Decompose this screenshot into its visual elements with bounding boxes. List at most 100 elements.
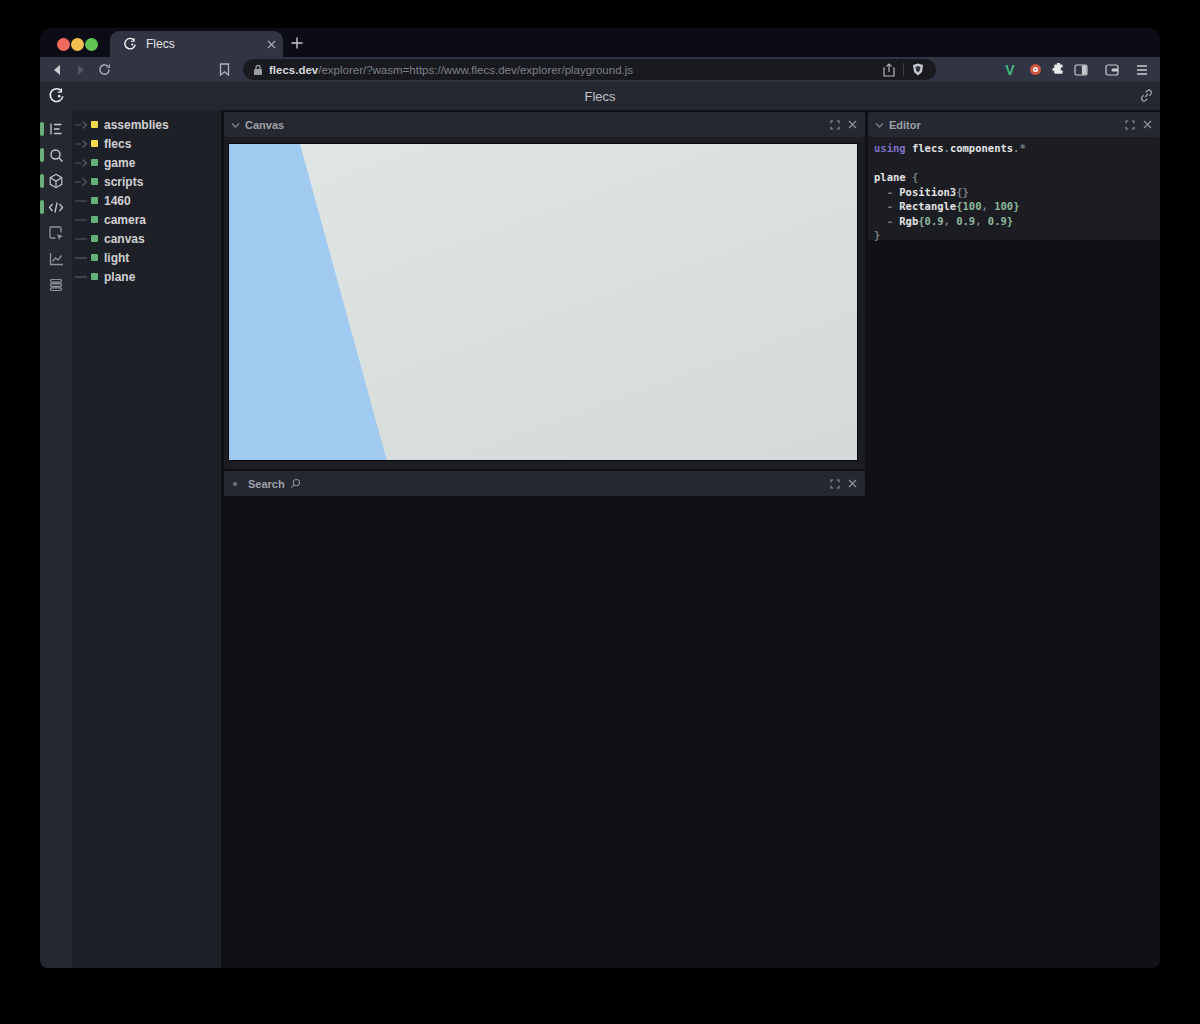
entity-color-square [91,216,98,223]
url-domain: flecs.dev [269,64,318,76]
sidebar-code-icon[interactable] [40,194,72,220]
tree-item-flecs[interactable]: flecs [72,134,221,153]
vue-devtools-icon[interactable]: V [998,57,1022,82]
tree-item-canvas[interactable]: canvas [72,229,221,248]
tab-close-icon[interactable] [267,40,276,49]
canvas-collapse-chevron-icon[interactable] [231,122,240,128]
editor-panel-title: Editor [889,119,921,131]
entity-color-square [91,140,98,147]
url-path: /explorer/?wasm=https://www.flecs.dev/ex… [318,64,633,76]
tree-item-light[interactable]: light [72,248,221,267]
canvas-panel: Canvas Search [224,112,865,137]
search-fullscreen-icon[interactable] [830,479,840,489]
lock-icon [253,64,263,76]
tree-item-label: scripts [104,175,143,189]
entity-color-square [91,159,98,166]
tree-item-label: plane [104,270,135,284]
code-line: - Position3{} [874,185,1154,200]
page-title: Flecs [40,82,1160,110]
bookmark-icon[interactable] [212,57,236,82]
canvas-3d-view[interactable] [228,143,858,461]
search-panel-title: Search [248,478,285,490]
tree-expand-arrow-icon[interactable] [75,158,89,168]
browser-window: Flecs [40,28,1160,968]
editor-panel-header[interactable]: Editor [868,112,1160,137]
entity-color-square [91,197,98,204]
share-icon[interactable] [883,63,895,77]
sidebar-entity-tree-icon[interactable] [40,116,72,142]
tree-leaf-line-icon [75,234,89,244]
editor-panel: Editor using flecs.components.*plane { -… [868,112,1160,137]
sidebar-modules-icon[interactable] [40,168,72,194]
window-zoom-button[interactable] [85,38,98,51]
tree-leaf-line-icon [75,196,89,206]
search-bullet-icon [233,482,237,486]
tree-expand-arrow-icon[interactable] [75,120,89,130]
search-panel-header[interactable]: Search [224,471,865,496]
code-line: plane { [874,170,1154,185]
extension-red-icon[interactable] [1023,57,1047,82]
editor-collapse-chevron-icon[interactable] [875,122,884,128]
search-close-icon[interactable] [848,479,857,488]
tree-item-label: camera [104,213,146,227]
sidebar-query-icon[interactable] [40,142,72,168]
tree-expand-arrow-icon[interactable] [75,139,89,149]
wallet-icon[interactable] [1100,57,1124,82]
entity-tree-panel: assemblies flecs game scripts 1460 camera canv… [72,110,221,968]
sidebar-statistics-icon[interactable] [40,246,72,272]
extensions-puzzle-icon[interactable] [1045,57,1069,82]
code-line: } [874,228,1154,243]
window-minimize-button[interactable] [71,38,84,51]
brave-shield-icon[interactable] [912,63,924,76]
tree-item-game[interactable]: game [72,153,221,172]
address-bar[interactable]: flecs.dev/explorer/?wasm=https://www.fle… [243,59,936,80]
tree-item-label: flecs [104,137,131,151]
entity-color-square [91,121,98,128]
tree-leaf-line-icon [75,272,89,282]
url-text: flecs.dev/explorer/?wasm=https://www.fle… [269,64,883,76]
tree-item-assemblies[interactable]: assemblies [72,115,221,134]
canvas-close-icon[interactable] [848,120,857,129]
back-button[interactable] [45,57,69,82]
sidebar-toggle-icon[interactable] [1069,57,1093,82]
window-close-button[interactable] [57,38,70,51]
code-line: using flecs.components.* [874,141,1154,156]
tree-leaf-line-icon [75,215,89,225]
app-header: Flecs [40,82,1160,110]
sidebar-inspect-icon[interactable] [40,220,72,246]
canvas-panel-title: Canvas [245,119,284,131]
tree-item-label: assemblies [104,118,169,132]
menu-icon[interactable] [1130,57,1154,82]
canvas-panel-header[interactable]: Canvas [224,112,865,137]
url-separator [903,63,904,76]
tree-item-label: light [104,251,129,265]
reload-button[interactable] [92,57,116,82]
new-tab-button[interactable] [283,28,311,57]
canvas-plane-shape [229,144,857,460]
editor-content[interactable]: using flecs.components.* plane { - Positi… [868,137,1160,240]
sidebar-logs-icon[interactable] [40,272,72,298]
editor-fullscreen-icon[interactable] [1125,120,1135,130]
tree-item-plane[interactable]: plane [72,267,221,286]
permalink-icon[interactable] [1139,88,1154,107]
search-icon [290,478,301,489]
canvas-fullscreen-icon[interactable] [830,120,840,130]
tree-item-label: game [104,156,135,170]
tree-item-scripts[interactable]: scripts [72,172,221,191]
forward-button[interactable] [69,57,93,82]
code-editor: using flecs.components.* plane { - Positi… [868,137,1160,247]
entity-color-square [91,235,98,242]
entity-color-square [91,178,98,185]
entity-color-square [91,273,98,280]
tree-leaf-line-icon [75,253,89,263]
tree-expand-arrow-icon[interactable] [75,177,89,187]
browser-tab-flecs[interactable]: Flecs [110,31,283,57]
tree-item-label: 1460 [104,194,131,208]
tree-item-label: canvas [104,232,145,246]
tree-item-1460[interactable]: 1460 [72,191,221,210]
tab-favicon-flecs-logo [123,37,137,51]
editor-close-icon[interactable] [1143,120,1152,129]
browser-toolbar: flecs.dev/explorer/?wasm=https://www.fle… [40,57,1160,82]
tab-bar: Flecs [40,28,1160,57]
tree-item-camera[interactable]: camera [72,210,221,229]
